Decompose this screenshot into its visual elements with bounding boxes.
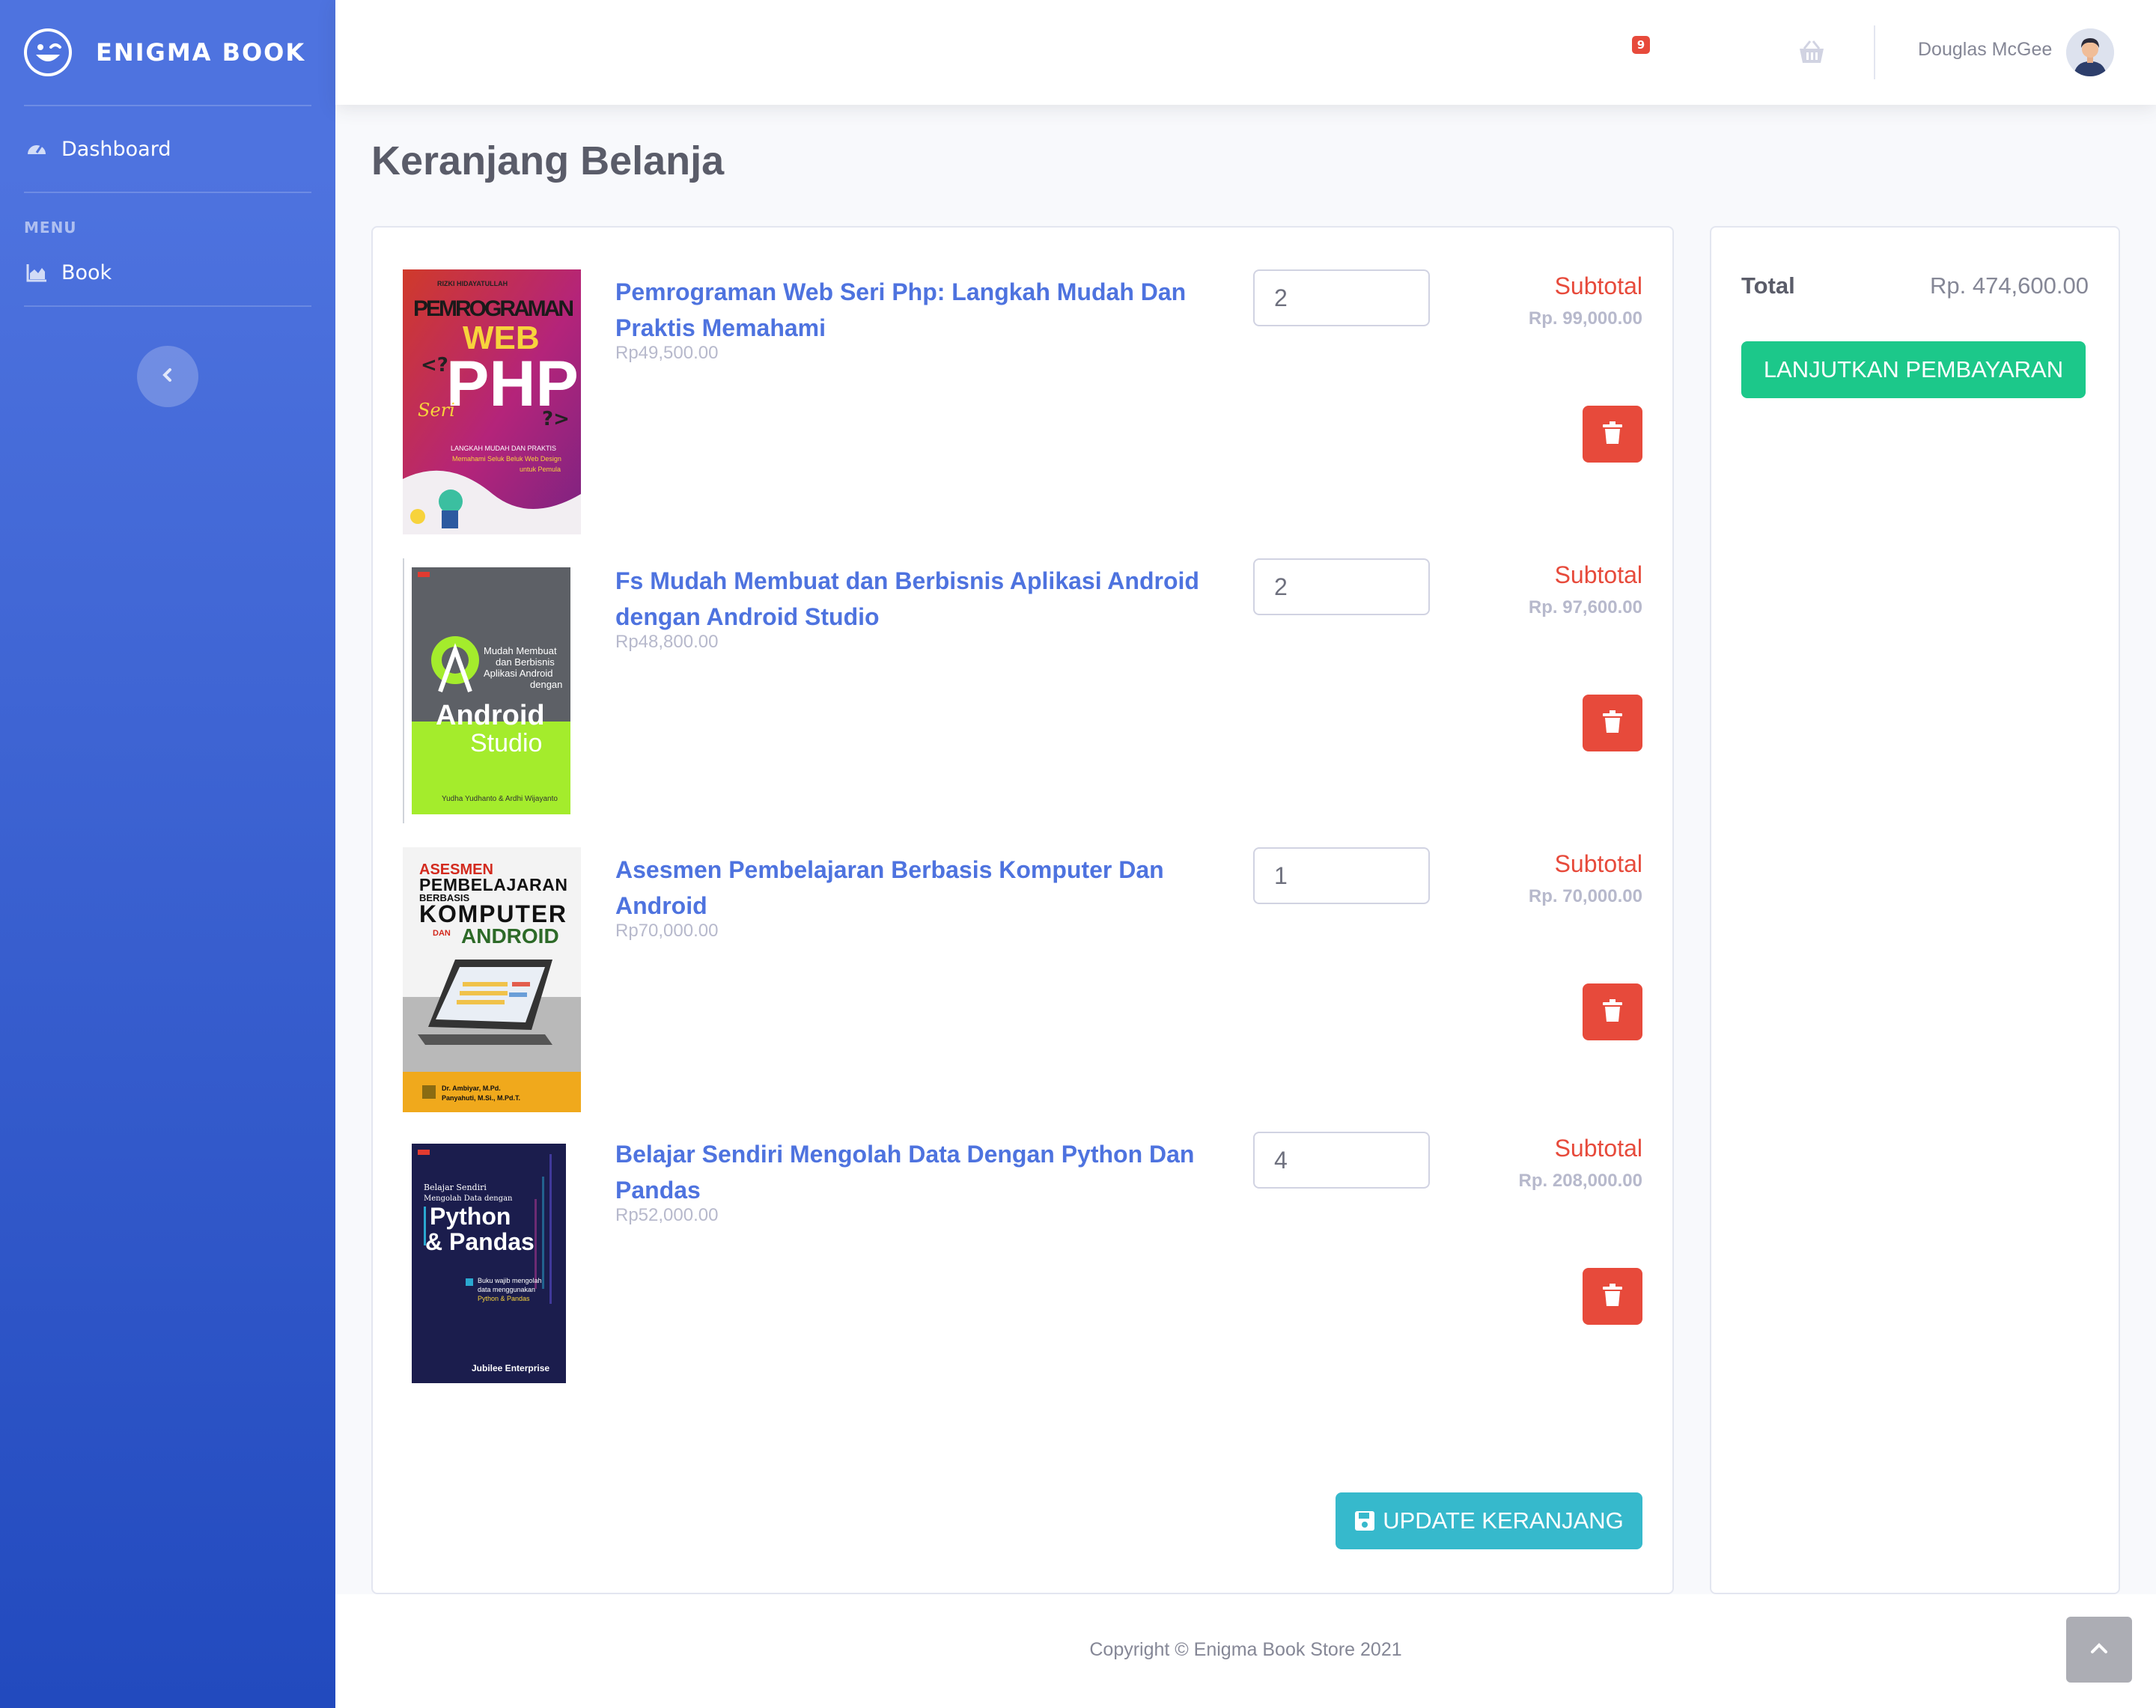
subtotal-value: Rp. 70,000.00 bbox=[1528, 886, 1642, 906]
quantity-input[interactable] bbox=[1253, 269, 1430, 326]
subtotal-label: Subtotal bbox=[1554, 850, 1642, 877]
cover-text: Mengolah Data dengan bbox=[424, 1195, 513, 1203]
cover-text: Studio bbox=[470, 729, 542, 757]
topbar-divider bbox=[1874, 25, 1875, 79]
book-title-link[interactable]: Belajar Sendiri Mengolah Data Dengan Pyt… bbox=[615, 1136, 1214, 1208]
footer: Copyright © Enigma Book Store 2021 bbox=[335, 1594, 2156, 1708]
update-cart-button[interactable]: UPDATE KERANJANG bbox=[1336, 1492, 1642, 1549]
sidebar: ENIGMA BOOK Dashboard MENU Book bbox=[0, 0, 335, 1708]
cover-text: Memahami Seluk Beluk Web Design bbox=[452, 455, 561, 463]
sidebar-toggle-button[interactable] bbox=[137, 346, 198, 407]
quantity-input[interactable] bbox=[1253, 847, 1430, 904]
cover-text: Mudah Membuat bbox=[484, 645, 557, 656]
cover-text: Jubilee Enterprise bbox=[472, 1363, 549, 1373]
cover-text: dengan bbox=[530, 679, 562, 690]
sidebar-heading: MENU bbox=[24, 219, 77, 237]
scroll-to-top-button[interactable] bbox=[2066, 1617, 2132, 1683]
cover-text: Buku wajib mengolah bbox=[478, 1277, 542, 1284]
book-cover[interactable]: Belajar Sendiri Mengolah Data dengan Pyt… bbox=[403, 1132, 581, 1397]
svg-text:<?: <? bbox=[421, 354, 448, 376]
avatar[interactable] bbox=[2066, 28, 2114, 76]
user-name[interactable]: Douglas McGee bbox=[1918, 39, 2052, 61]
delete-button[interactable] bbox=[1583, 406, 1642, 463]
trash-icon bbox=[1602, 999, 1623, 1025]
sidebar-item-label: Book bbox=[61, 260, 112, 284]
trash-icon bbox=[1602, 421, 1623, 447]
book-cover[interactable]: ASESMEN PEMBELAJARAN BERBASIS KOMPUTER D… bbox=[403, 847, 581, 1112]
quantity-input[interactable] bbox=[1253, 558, 1430, 615]
checkout-button[interactable]: LANJUTKAN PEMBAYARAN bbox=[1741, 341, 2086, 398]
svg-text:?>: ?> bbox=[542, 408, 570, 430]
copyright-text: Copyright © Enigma Book Store 2021 bbox=[1089, 1639, 1402, 1660]
cover-text: dan Berbisnis bbox=[496, 656, 555, 668]
subtotal-value: Rp. 97,600.00 bbox=[1528, 597, 1642, 617]
sidebar-item-label: Dashboard bbox=[61, 137, 171, 161]
subtotal-label: Subtotal bbox=[1554, 1135, 1642, 1162]
update-cart-label: UPDATE KERANJANG bbox=[1383, 1507, 1624, 1534]
cover-text: ANDROID bbox=[461, 924, 559, 948]
subtotal-label: Subtotal bbox=[1554, 272, 1642, 299]
cover-text: KOMPUTER bbox=[419, 900, 566, 927]
save-icon bbox=[1354, 1510, 1375, 1531]
cover-text: Android bbox=[436, 700, 545, 731]
subtotal-value: Rp. 99,000.00 bbox=[1528, 308, 1642, 329]
book-title-link[interactable]: Pemrograman Web Seri Php: Langkah Mudah … bbox=[615, 274, 1214, 346]
book-cover[interactable]: Mudah Membuat dan Berbisnis Aplikasi And… bbox=[403, 558, 581, 823]
book-cover[interactable]: RIZKI HIDAYATULLAH PEMROGRAMAN WEB PHP <… bbox=[403, 269, 581, 534]
book-price: Rp49,500.00 bbox=[615, 343, 719, 363]
cover-text: Seri bbox=[418, 400, 455, 421]
book-price: Rp70,000.00 bbox=[615, 921, 719, 941]
sidebar-brand[interactable]: ENIGMA BOOK bbox=[0, 0, 335, 105]
book-title-link[interactable]: Fs Mudah Membuat dan Berbisnis Aplikasi … bbox=[615, 563, 1214, 635]
cover-text: DAN bbox=[433, 929, 451, 938]
cover-text: Python bbox=[430, 1203, 511, 1230]
delete-button[interactable] bbox=[1583, 983, 1642, 1040]
shopping-basket-icon[interactable] bbox=[1797, 39, 1842, 69]
chevron-left-icon bbox=[159, 367, 176, 386]
book-title-link[interactable]: Asesmen Pembelajaran Berbasis Komputer D… bbox=[615, 852, 1214, 924]
chart-area-icon bbox=[24, 260, 49, 285]
delete-button[interactable] bbox=[1583, 695, 1642, 751]
cart-count-badge: 9 bbox=[1632, 36, 1650, 54]
cover-text: Yudha Yudhanto & Ardhi Wijayanto bbox=[442, 795, 558, 803]
sidebar-item-dashboard[interactable]: Dashboard bbox=[0, 106, 335, 192]
page-title: Keranjang Belanja bbox=[371, 138, 725, 183]
cart-card: RIZKI HIDAYATULLAH PEMROGRAMAN WEB PHP <… bbox=[371, 226, 1674, 1594]
cover-text: Python & Pandas bbox=[478, 1295, 530, 1302]
cover-text: Panyahuti, M.Si., M.Pd.T. bbox=[442, 1094, 520, 1102]
cover-text: Belajar Sendiri bbox=[424, 1183, 487, 1192]
cover-text: Aplikasi Android bbox=[484, 668, 553, 679]
book-price: Rp48,800.00 bbox=[615, 632, 719, 652]
chevron-up-icon bbox=[2090, 1642, 2108, 1657]
laugh-wink-icon bbox=[24, 28, 72, 76]
tachometer-icon bbox=[24, 136, 49, 162]
total-card: Total Rp. 474,600.00 LANJUTKAN PEMBAYARA… bbox=[1710, 226, 2120, 1594]
subtotal-value: Rp. 208,000.00 bbox=[1518, 1171, 1642, 1191]
trash-icon bbox=[1602, 710, 1623, 736]
sidebar-divider bbox=[24, 305, 311, 307]
book-price: Rp52,000.00 bbox=[615, 1205, 719, 1225]
quantity-input[interactable] bbox=[1253, 1132, 1430, 1189]
sidebar-item-book[interactable]: Book bbox=[0, 240, 335, 305]
cover-text: Dr. Ambiyar, M.Pd. bbox=[442, 1085, 501, 1092]
brand-name: ENIGMA BOOK bbox=[96, 38, 306, 67]
total-value: Rp. 474,600.00 bbox=[1929, 272, 2089, 299]
cover-text: & Pandas bbox=[425, 1228, 535, 1255]
cover-text: RIZKI HIDAYATULLAH bbox=[437, 280, 508, 287]
total-label: Total bbox=[1741, 272, 1795, 299]
cover-text: data menggunakan bbox=[478, 1286, 535, 1293]
subtotal-label: Subtotal bbox=[1554, 561, 1642, 588]
cover-text: LANGKAH MUDAH DAN PRAKTIS bbox=[451, 445, 556, 452]
cover-text: untuk Pemula bbox=[520, 466, 561, 473]
trash-icon bbox=[1602, 1284, 1623, 1309]
topbar: Douglas McGee bbox=[335, 0, 2156, 105]
delete-button[interactable] bbox=[1583, 1268, 1642, 1325]
cover-text: PEMROGRAMAN bbox=[413, 296, 574, 321]
